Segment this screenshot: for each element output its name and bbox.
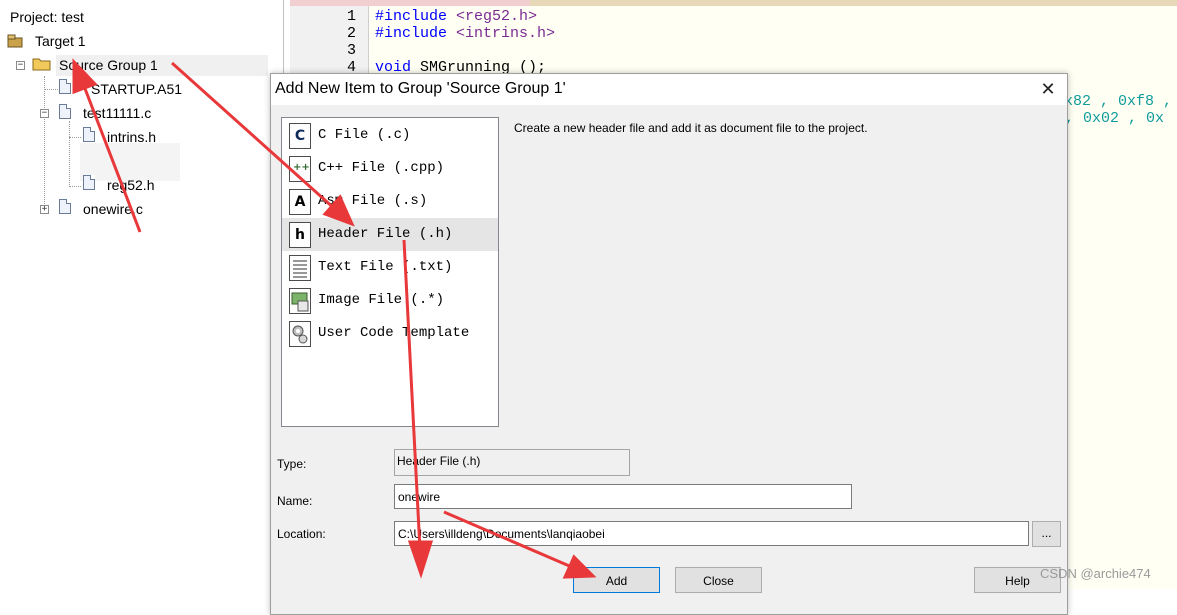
asm-file-icon: A [289,189,311,215]
preprocessor-keyword: #include [375,25,448,42]
folder-open-icon [32,56,52,76]
add-new-item-dialog: Add New Item to Group 'Source Group 1' ✕… [270,73,1068,615]
tree-item-target[interactable]: Target 1 [35,33,86,49]
expand-icon[interactable]: + [40,205,49,214]
browse-button[interactable]: ... [1032,521,1061,547]
name-input[interactable] [394,484,852,509]
template-label: Asm File (.s) [318,193,428,209]
cpp-file-icon: ++ [289,156,311,182]
file-icon [59,104,71,119]
watermark: CSDN @archie474 [1040,566,1151,581]
collapse-icon[interactable]: − [40,109,49,118]
file-icon [83,175,95,190]
code-line: #include <reg52.h> [375,8,537,25]
preprocessor-keyword: #include [375,8,448,25]
template-label: User Code Template [318,325,470,341]
location-input[interactable] [394,521,1029,546]
tree-item-file[interactable]: onewire.c [83,201,143,217]
image-file-icon [289,288,311,314]
template-label: C++ File (.cpp) [318,160,445,176]
tree-line [44,76,45,212]
template-label: Text File (.txt) [318,259,453,275]
project-title: Project: test [10,9,84,25]
template-label: C File (.c) [318,127,411,143]
tree-line [69,137,81,138]
collapse-icon[interactable]: − [16,61,25,70]
dialog-titlebar: Add New Item to Group 'Source Group 1' ✕ [271,74,1067,105]
header-file-icon: h [289,222,311,248]
tree-line [69,121,70,187]
line-number: 1 [346,8,356,25]
tree-line [69,186,81,187]
text-file-icon [289,255,311,281]
template-list[interactable]: C C File (.c) ++ C++ File (.cpp) A Asm F… [281,117,499,427]
template-item-asm[interactable]: A Asm File (.s) [282,185,498,218]
project-pane: Project: test Target 1 − Source Group 1 … [0,0,284,589]
target-icon [7,34,25,53]
tree-item-file[interactable]: STARTUP.A51 [91,81,182,97]
template-label: Header File (.h) [318,226,453,242]
file-icon [59,79,71,94]
type-label: Type: [277,457,307,471]
close-button[interactable]: Close [675,567,762,593]
template-item-c[interactable]: C C File (.c) [282,119,498,152]
template-item-cpp[interactable]: ++ C++ File (.cpp) [282,152,498,185]
add-button[interactable]: Add [573,567,660,593]
type-value: Header File (.h) [394,449,630,476]
template-item-text[interactable]: Text File (.txt) [282,251,498,284]
file-icon [59,199,71,214]
tree-item-file[interactable]: test11111.c [83,105,151,121]
code-fragment: , 0x02 , 0x [1065,110,1165,127]
include-file: <reg52.h> [447,8,538,25]
dialog-title: Add New Item to Group 'Source Group 1' [275,80,566,97]
line-number: 3 [346,42,356,59]
location-label: Location: [277,527,326,541]
include-file: <intrins.h> [447,25,556,42]
line-number: 2 [346,25,356,42]
c-file-icon: C [289,123,311,149]
gear-icon [289,321,311,347]
template-item-image[interactable]: Image File (.*) [282,284,498,317]
tree-item-source-group[interactable]: Source Group 1 [59,57,158,73]
tree-item-file[interactable]: reg52.h [107,177,154,193]
name-label: Name: [277,494,313,508]
svg-text:++: ++ [293,162,310,173]
blurred-region [80,143,180,181]
file-icon [83,127,95,142]
code-fragment: x82 , 0xf8 , [1064,93,1173,110]
code-line: #include <intrins.h> [375,25,555,42]
template-label: Image File (.*) [318,292,445,308]
template-item-header[interactable]: h Header File (.h) [282,218,498,251]
close-icon[interactable]: ✕ [1035,77,1061,101]
tree-line [44,89,58,90]
template-item-user-code[interactable]: User Code Template [282,317,498,350]
template-description: Create a new header file and add it as d… [514,121,868,135]
